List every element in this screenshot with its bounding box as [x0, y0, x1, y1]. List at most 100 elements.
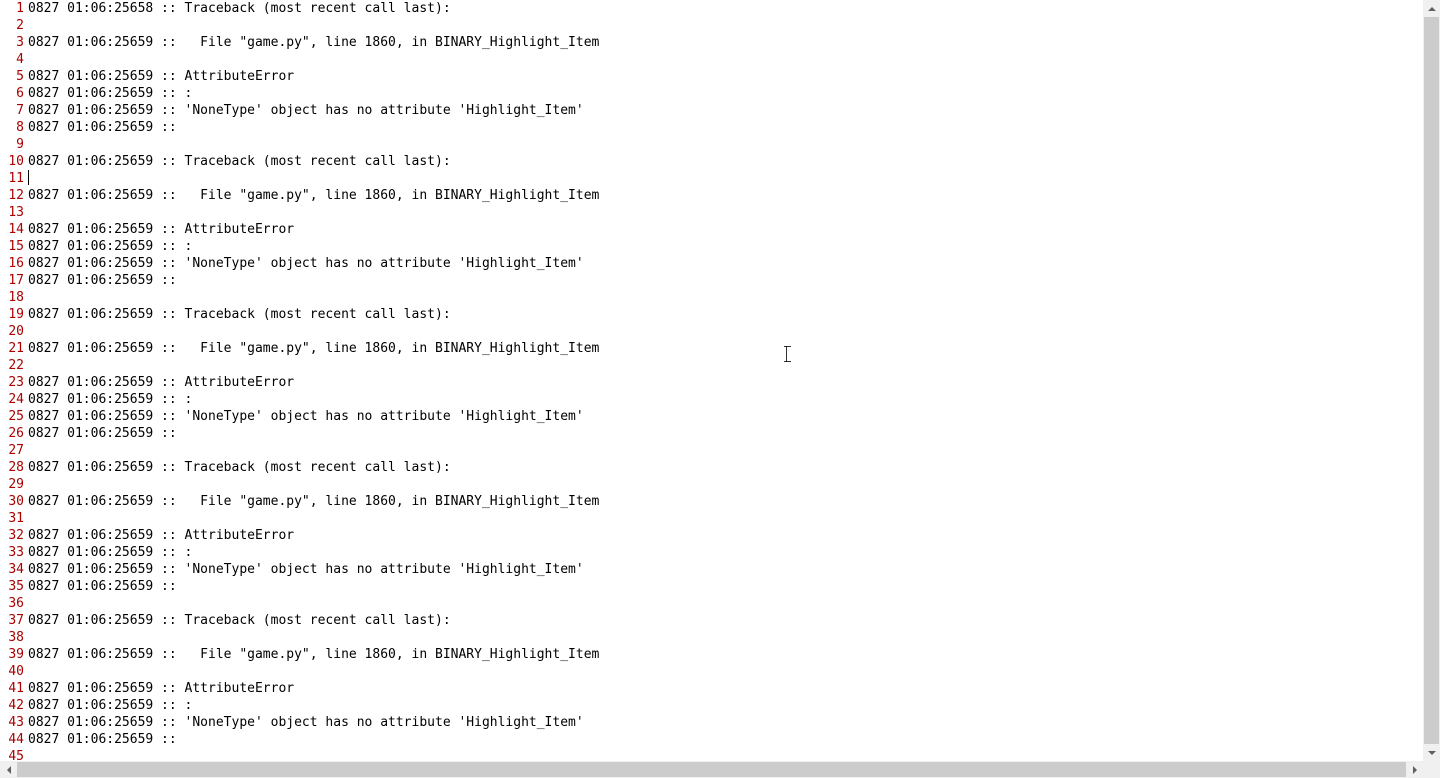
code-line[interactable] — [28, 510, 1423, 527]
code-line[interactable]: 0827 01:06:25659 :: AttributeError — [28, 374, 1423, 391]
line-number: 31 — [2, 510, 24, 527]
code-line[interactable]: 0827 01:06:25659 :: AttributeError — [28, 68, 1423, 85]
code-line[interactable] — [28, 663, 1423, 680]
code-line[interactable]: 0827 01:06:25659 :: 'NoneType' object ha… — [28, 255, 1423, 272]
line-number: 32 — [2, 527, 24, 544]
line-number: 6 — [2, 85, 24, 102]
code-line[interactable]: 0827 01:06:25659 :: : — [28, 85, 1423, 102]
text-editor[interactable]: 1234567891011121314151617181920212223242… — [0, 0, 1423, 761]
code-area[interactable]: 0827 01:06:25658 :: Traceback (most rece… — [26, 0, 1423, 761]
code-line[interactable]: 0827 01:06:25659 :: — [28, 272, 1423, 289]
line-number: 28 — [2, 459, 24, 476]
line-number: 39 — [2, 646, 24, 663]
line-number: 21 — [2, 340, 24, 357]
code-line[interactable] — [28, 629, 1423, 646]
line-number: 18 — [2, 289, 24, 306]
line-number: 14 — [2, 221, 24, 238]
line-number: 41 — [2, 680, 24, 697]
horizontal-scroll-thumb[interactable] — [17, 762, 1406, 777]
code-line[interactable]: 0827 01:06:25659 :: Traceback (most rece… — [28, 459, 1423, 476]
line-number-gutter: 1234567891011121314151617181920212223242… — [0, 0, 26, 761]
code-line[interactable]: 0827 01:06:25659 :: 'NoneType' object ha… — [28, 102, 1423, 119]
code-line[interactable] — [28, 289, 1423, 306]
line-number: 30 — [2, 493, 24, 510]
line-number: 27 — [2, 442, 24, 459]
line-number: 34 — [2, 561, 24, 578]
code-line[interactable]: 0827 01:06:25658 :: Traceback (most rece… — [28, 0, 1423, 17]
line-number: 44 — [2, 731, 24, 748]
vertical-scrollbar[interactable] — [1423, 0, 1440, 761]
chevron-up-icon — [1428, 7, 1436, 11]
code-line[interactable]: 0827 01:06:25659 :: : — [28, 391, 1423, 408]
horizontal-scroll-track[interactable] — [17, 761, 1406, 778]
line-number: 11 — [2, 170, 24, 187]
line-number: 9 — [2, 136, 24, 153]
code-line[interactable] — [28, 136, 1423, 153]
code-line[interactable]: 0827 01:06:25659 :: : — [28, 238, 1423, 255]
code-line[interactable] — [28, 204, 1423, 221]
line-number: 16 — [2, 255, 24, 272]
line-number: 20 — [2, 323, 24, 340]
vertical-scroll-thumb[interactable] — [1424, 17, 1439, 744]
code-line[interactable]: 0827 01:06:25659 :: — [28, 425, 1423, 442]
code-line[interactable]: 0827 01:06:25659 :: File "game.py", line… — [28, 646, 1423, 663]
code-line[interactable]: 0827 01:06:25659 :: File "game.py", line… — [28, 34, 1423, 51]
code-line[interactable] — [28, 476, 1423, 493]
code-line[interactable]: 0827 01:06:25659 :: AttributeError — [28, 680, 1423, 697]
code-line[interactable] — [28, 357, 1423, 374]
line-number: 15 — [2, 238, 24, 255]
line-number: 22 — [2, 357, 24, 374]
line-number: 38 — [2, 629, 24, 646]
code-line[interactable]: 0827 01:06:25659 :: : — [28, 697, 1423, 714]
chevron-left-icon — [7, 766, 11, 774]
line-number: 43 — [2, 714, 24, 731]
line-number: 36 — [2, 595, 24, 612]
vertical-scroll-track[interactable] — [1423, 17, 1440, 744]
code-line[interactable] — [28, 17, 1423, 34]
line-number: 2 — [2, 17, 24, 34]
code-line[interactable]: 0827 01:06:25659 :: — [28, 119, 1423, 136]
line-number: 37 — [2, 612, 24, 629]
line-number: 24 — [2, 391, 24, 408]
line-number: 10 — [2, 153, 24, 170]
code-line[interactable]: 0827 01:06:25659 :: — [28, 731, 1423, 748]
code-line[interactable]: 0827 01:06:25659 :: AttributeError — [28, 221, 1423, 238]
line-number: 33 — [2, 544, 24, 561]
code-line[interactable]: 0827 01:06:25659 :: File "game.py", line… — [28, 187, 1423, 204]
code-line[interactable]: 0827 01:06:25659 :: Traceback (most rece… — [28, 612, 1423, 629]
horizontal-scrollbar[interactable] — [0, 761, 1423, 778]
line-number: 7 — [2, 102, 24, 119]
chevron-right-icon — [1413, 766, 1417, 774]
code-line[interactable]: 0827 01:06:25659 :: File "game.py", line… — [28, 493, 1423, 510]
code-line[interactable]: 0827 01:06:25659 :: : — [28, 544, 1423, 561]
code-line[interactable] — [28, 170, 1423, 187]
code-line[interactable]: 0827 01:06:25659 :: Traceback (most rece… — [28, 306, 1423, 323]
code-line[interactable]: 0827 01:06:25659 :: Traceback (most rece… — [28, 153, 1423, 170]
code-line[interactable]: 0827 01:06:25659 :: 'NoneType' object ha… — [28, 714, 1423, 731]
code-line[interactable] — [28, 323, 1423, 340]
code-line[interactable] — [28, 51, 1423, 68]
line-number: 40 — [2, 663, 24, 680]
code-line[interactable] — [28, 442, 1423, 459]
scrollbar-corner — [1423, 761, 1440, 778]
line-number: 35 — [2, 578, 24, 595]
line-number: 23 — [2, 374, 24, 391]
editor-viewport[interactable]: 1234567891011121314151617181920212223242… — [0, 0, 1423, 761]
text-caret — [28, 170, 29, 185]
code-line[interactable]: 0827 01:06:25659 :: 'NoneType' object ha… — [28, 561, 1423, 578]
code-line[interactable]: 0827 01:06:25659 :: 'NoneType' object ha… — [28, 408, 1423, 425]
scroll-down-button[interactable] — [1423, 744, 1440, 761]
code-line[interactable]: 0827 01:06:25659 :: AttributeError — [28, 527, 1423, 544]
code-line[interactable]: 0827 01:06:25659 :: File "game.py", line… — [28, 340, 1423, 357]
scroll-right-button[interactable] — [1406, 761, 1423, 778]
line-number: 45 — [2, 748, 24, 761]
line-number: 12 — [2, 187, 24, 204]
scroll-up-button[interactable] — [1423, 0, 1440, 17]
line-number: 13 — [2, 204, 24, 221]
code-line[interactable] — [28, 748, 1423, 761]
line-number: 25 — [2, 408, 24, 425]
code-line[interactable] — [28, 595, 1423, 612]
code-line[interactable]: 0827 01:06:25659 :: — [28, 578, 1423, 595]
scroll-left-button[interactable] — [0, 761, 17, 778]
line-number: 4 — [2, 51, 24, 68]
